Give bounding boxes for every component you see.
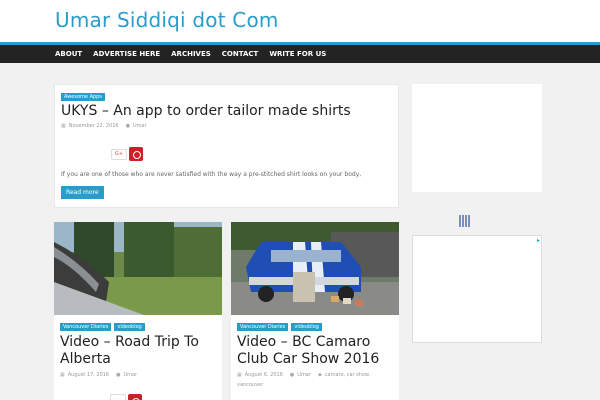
main-navigation: ABOUT ADVERTISE HERE ARCHIVES CONTACT WR… bbox=[0, 42, 600, 63]
post-title-line: Alberta bbox=[60, 351, 111, 367]
google-plus-icon[interactable]: G+ bbox=[111, 149, 127, 160]
post-author[interactable]: Umar bbox=[123, 372, 137, 378]
post-tags: Vancouver Diaries videoblog bbox=[60, 323, 145, 331]
post-thumbnail[interactable] bbox=[231, 222, 399, 315]
nav-item-contact[interactable]: CONTACT bbox=[222, 48, 259, 60]
site-header: Umar Siddiqi dot Com bbox=[0, 0, 600, 44]
tag-icon: ◆ bbox=[317, 372, 322, 378]
calendar-icon: ▦ bbox=[60, 372, 65, 378]
post-meta: ▦ November 22, 2016 ● Umar bbox=[61, 123, 147, 129]
user-icon: ● bbox=[116, 372, 121, 378]
post-date[interactable]: August 6, 2016 bbox=[245, 372, 283, 378]
ad-marker-icon[interactable]: ▸ bbox=[537, 237, 540, 244]
post-tags: Vancouver Diaries videoblog bbox=[237, 323, 322, 331]
category-tag[interactable]: videoblog bbox=[291, 323, 322, 331]
nav-item-archives[interactable]: ARCHIVES bbox=[171, 48, 211, 60]
post-card-road-trip: Vancouver Diaries videoblog Video – Road… bbox=[54, 222, 222, 400]
post-title[interactable]: Video – Road Trip To Alberta bbox=[60, 334, 199, 368]
post-excerpt: If you are one of those who are never sa… bbox=[61, 171, 362, 178]
user-icon: ● bbox=[289, 372, 295, 378]
category-tag[interactable]: Vancouver Diaries bbox=[60, 323, 112, 331]
site-title[interactable]: Umar Siddiqi dot Com bbox=[55, 8, 279, 32]
post-title-line: Video – BC Camaro bbox=[237, 334, 371, 350]
post-meta: ▦ August 17, 2016 ● Umar bbox=[60, 372, 137, 378]
sidebar-widget bbox=[412, 84, 542, 192]
pinterest-icon[interactable] bbox=[129, 147, 143, 161]
calendar-icon: ▦ bbox=[237, 372, 242, 378]
post-title[interactable]: Video – BC Camaro Club Car Show 2016 bbox=[237, 334, 379, 368]
nav-item-advertise[interactable]: ADVERTISE HERE bbox=[93, 48, 160, 60]
post-meta: ▦ August 6, 2016 ● Umar ◆ camaro, car sh… bbox=[237, 372, 371, 378]
post-keyword[interactable]: vancouver bbox=[237, 382, 263, 388]
nav-item-write-for-us[interactable]: WRITE FOR US bbox=[269, 48, 326, 60]
nav-item-about[interactable]: ABOUT bbox=[55, 48, 82, 60]
read-more-button[interactable]: Read more bbox=[61, 186, 104, 199]
post-title-line: Club Car Show 2016 bbox=[237, 351, 380, 367]
nav-list: ABOUT ADVERTISE HERE ARCHIVES CONTACT WR… bbox=[55, 48, 337, 60]
user-icon: ● bbox=[125, 123, 130, 129]
calendar-icon: ▦ bbox=[61, 123, 66, 129]
road-trip-image bbox=[54, 222, 222, 315]
ad-choices-icon[interactable] bbox=[459, 215, 471, 227]
category-tag[interactable]: videoblog bbox=[114, 323, 145, 331]
post-date[interactable]: August 17, 2016 bbox=[68, 372, 109, 378]
pinterest-icon[interactable] bbox=[128, 394, 142, 400]
category-tag[interactable]: Awesome Apps bbox=[61, 93, 105, 101]
google-plus-icon[interactable] bbox=[110, 394, 126, 400]
post-author[interactable]: Umar bbox=[297, 372, 311, 378]
post-date[interactable]: November 22, 2016 bbox=[69, 123, 119, 129]
post-card-camaro: Vancouver Diaries videoblog Video – BC C… bbox=[231, 222, 399, 400]
camaro-image bbox=[231, 222, 399, 315]
post-title[interactable]: UKYS – An app to order tailor made shirt… bbox=[61, 103, 351, 119]
post-meta-continued: vancouver bbox=[237, 382, 263, 388]
sidebar-ad[interactable]: ▸ bbox=[412, 235, 542, 343]
post-thumbnail[interactable] bbox=[54, 222, 222, 315]
featured-post-card: Awesome Apps UKYS – An app to order tail… bbox=[54, 84, 399, 208]
post-title-line: Video – Road Trip To bbox=[60, 334, 199, 350]
post-keywords[interactable]: camaro, car show, bbox=[325, 372, 371, 378]
post-author[interactable]: Umar bbox=[133, 123, 147, 129]
category-tag[interactable]: Vancouver Diaries bbox=[237, 323, 289, 331]
